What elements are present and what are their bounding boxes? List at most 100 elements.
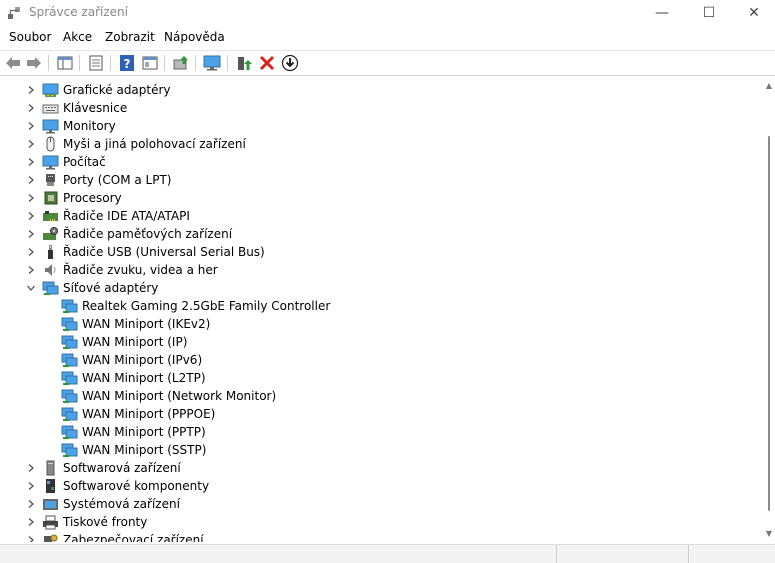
tree-category-radice-pametovych-zarizeni[interactable]: Řadiče paměťových zařízení bbox=[0, 225, 760, 243]
minimize-button[interactable]: — bbox=[639, 0, 685, 26]
tree-category-softwarova-zarizeni[interactable]: Softwarová zařízení bbox=[0, 459, 760, 477]
download-icon[interactable] bbox=[281, 54, 299, 72]
expand-toggle[interactable] bbox=[25, 136, 37, 152]
chevron-right-icon bbox=[28, 482, 34, 490]
uninstall-icon[interactable] bbox=[258, 54, 276, 72]
tree-category-label: Myši a jiná polohovací zařízení bbox=[63, 137, 246, 151]
status-bar bbox=[0, 544, 775, 563]
monitor-icon bbox=[42, 119, 59, 134]
tree-device-item[interactable]: WAN Miniport (PPPOE) bbox=[0, 405, 760, 423]
processor-icon bbox=[44, 191, 58, 205]
ide-controller-icon bbox=[43, 211, 58, 221]
svg-text:?: ? bbox=[124, 57, 131, 71]
device-tree[interactable]: Grafické adaptéry Klávesnice Monitory Myši … bbox=[0, 80, 763, 542]
tree-category-procesory[interactable]: Procesory bbox=[0, 189, 760, 207]
toolbar-separator bbox=[79, 55, 80, 71]
tree-category-label: Grafické adaptéry bbox=[63, 83, 171, 97]
expand-toggle[interactable] bbox=[25, 244, 37, 260]
tree-category-monitory[interactable]: Monitory bbox=[0, 117, 760, 135]
expand-toggle[interactable] bbox=[25, 514, 37, 530]
close-button[interactable]: ✕ bbox=[731, 0, 775, 26]
menu-soubor[interactable]: Soubor bbox=[9, 30, 51, 44]
scroll-down-icon[interactable]: ▼ bbox=[765, 530, 773, 538]
scrollbar-thumb[interactable] bbox=[768, 136, 770, 511]
tree-category-softwarove-komponenty[interactable]: Softwarové komponenty bbox=[0, 477, 760, 495]
tree-category-label: Porty (COM a LPT) bbox=[63, 173, 172, 187]
monitor-icon[interactable] bbox=[203, 54, 221, 72]
menu-bar: Soubor Akce Zobrazit Nápověda bbox=[0, 28, 775, 48]
maximize-button[interactable]: ☐ bbox=[686, 0, 732, 26]
toolbar-separator bbox=[195, 55, 196, 71]
expand-toggle[interactable] bbox=[25, 172, 37, 188]
tree-category-porty-com-a-lpt[interactable]: Porty (COM a LPT) bbox=[0, 171, 760, 189]
tree-device-label: Realtek Gaming 2.5GbE Family Controller bbox=[82, 299, 331, 313]
tree-category-label: Zabezpečovací zařízení bbox=[63, 533, 204, 542]
expand-toggle[interactable] bbox=[25, 82, 37, 98]
expand-toggle[interactable] bbox=[25, 262, 37, 278]
update-driver-icon[interactable] bbox=[172, 54, 190, 72]
tree-category-tiskove-fronty[interactable]: Tiskové fronty bbox=[0, 513, 760, 531]
expand-toggle[interactable] bbox=[25, 496, 37, 512]
tree-category-label: Síťové adaptéry bbox=[63, 281, 159, 295]
expand-toggle[interactable] bbox=[25, 226, 37, 242]
tree-category-pocitac[interactable]: Počítač bbox=[0, 153, 760, 171]
tree-category-radice-zvuku-videa-a-her[interactable]: Řadiče zvuku, videa a her bbox=[0, 261, 760, 279]
tree-category-radice-usb-universal-serial-bus[interactable]: Řadiče USB (Universal Serial Bus) bbox=[0, 243, 760, 261]
menu-zobrazit[interactable]: Zobrazit bbox=[105, 30, 155, 44]
back-icon[interactable] bbox=[4, 54, 22, 72]
network-adapter-icon bbox=[61, 389, 78, 403]
tree-device-item[interactable]: WAN Miniport (L2TP) bbox=[0, 369, 760, 387]
tree-device-item[interactable]: WAN Miniport (IP) bbox=[0, 333, 760, 351]
tree-device-item[interactable]: WAN Miniport (PPTP) bbox=[0, 423, 760, 441]
expand-toggle[interactable] bbox=[25, 100, 37, 116]
tree-category-label: Řadiče zvuku, videa a her bbox=[63, 263, 218, 277]
tree-category-radice-ide-ata-atapi[interactable]: Řadiče IDE ATA/ATAPI bbox=[0, 207, 760, 225]
tree-category-mysi-a-jina-polohovaci-zarizeni[interactable]: Myši a jiná polohovací zařízení bbox=[0, 135, 760, 153]
chevron-right-icon bbox=[28, 500, 34, 508]
tree-category-sitove-adaptery[interactable]: Síťové adaptéry bbox=[0, 279, 760, 297]
tree-category-label: Řadiče USB (Universal Serial Bus) bbox=[63, 245, 265, 259]
tree-device-item[interactable]: Realtek Gaming 2.5GbE Family Controller bbox=[0, 297, 760, 315]
expand-toggle[interactable] bbox=[25, 118, 37, 134]
view-icon[interactable] bbox=[141, 54, 159, 72]
tree-device-label: WAN Miniport (L2TP) bbox=[82, 371, 206, 385]
properties-grid-icon[interactable] bbox=[56, 54, 74, 72]
tree-device-item[interactable]: WAN Miniport (IKEv2) bbox=[0, 315, 760, 333]
tree-device-label: WAN Miniport (IPv6) bbox=[82, 353, 203, 367]
menu-akce[interactable]: Akce bbox=[63, 30, 92, 44]
tree-category-label: Softwarová zařízení bbox=[63, 461, 181, 475]
tree-category-label: Softwarové komponenty bbox=[63, 479, 210, 493]
collapse-toggle[interactable] bbox=[25, 280, 37, 296]
chevron-right-icon bbox=[28, 248, 34, 256]
tree-category-systemova-zarizeni[interactable]: Systémová zařízení bbox=[0, 495, 760, 513]
vertical-scrollbar[interactable]: ▲ ▼ bbox=[763, 76, 775, 542]
network-adapter-icon bbox=[61, 335, 78, 349]
port-icon bbox=[46, 174, 55, 186]
expand-toggle[interactable] bbox=[25, 532, 37, 542]
expand-toggle[interactable] bbox=[25, 154, 37, 170]
expand-toggle[interactable] bbox=[25, 460, 37, 476]
tree-device-item[interactable]: WAN Miniport (IPv6) bbox=[0, 351, 760, 369]
toolbar-separator bbox=[110, 55, 111, 71]
tree-device-label: WAN Miniport (SSTP) bbox=[82, 443, 207, 457]
scroll-up-icon[interactable]: ▲ bbox=[765, 82, 773, 90]
chevron-down-icon bbox=[27, 285, 35, 291]
forward-icon[interactable] bbox=[25, 54, 43, 72]
tree-device-item[interactable]: WAN Miniport (Network Monitor) bbox=[0, 387, 760, 405]
tree-category-graficke-adaptery[interactable]: Grafické adaptéry bbox=[0, 81, 760, 99]
expand-toggle[interactable] bbox=[25, 208, 37, 224]
expand-toggle[interactable] bbox=[25, 478, 37, 494]
tree-category-klavesnice[interactable]: Klávesnice bbox=[0, 99, 760, 117]
chevron-right-icon bbox=[28, 140, 34, 148]
speaker-icon bbox=[45, 264, 56, 276]
details-icon[interactable] bbox=[87, 54, 105, 72]
help-icon[interactable]: ? bbox=[118, 54, 136, 72]
tree-category-zabezpecovaci-zarizeni[interactable]: Zabezpečovací zařízení bbox=[0, 531, 760, 542]
menu-napoveda[interactable]: Nápověda bbox=[164, 30, 225, 44]
expand-toggle[interactable] bbox=[25, 190, 37, 206]
enable-device-icon[interactable] bbox=[235, 54, 253, 72]
toolbar-separator bbox=[48, 55, 49, 71]
network-adapter-icon bbox=[61, 425, 78, 439]
toolbar: ? bbox=[0, 50, 775, 76]
tree-device-item[interactable]: WAN Miniport (SSTP) bbox=[0, 441, 760, 459]
